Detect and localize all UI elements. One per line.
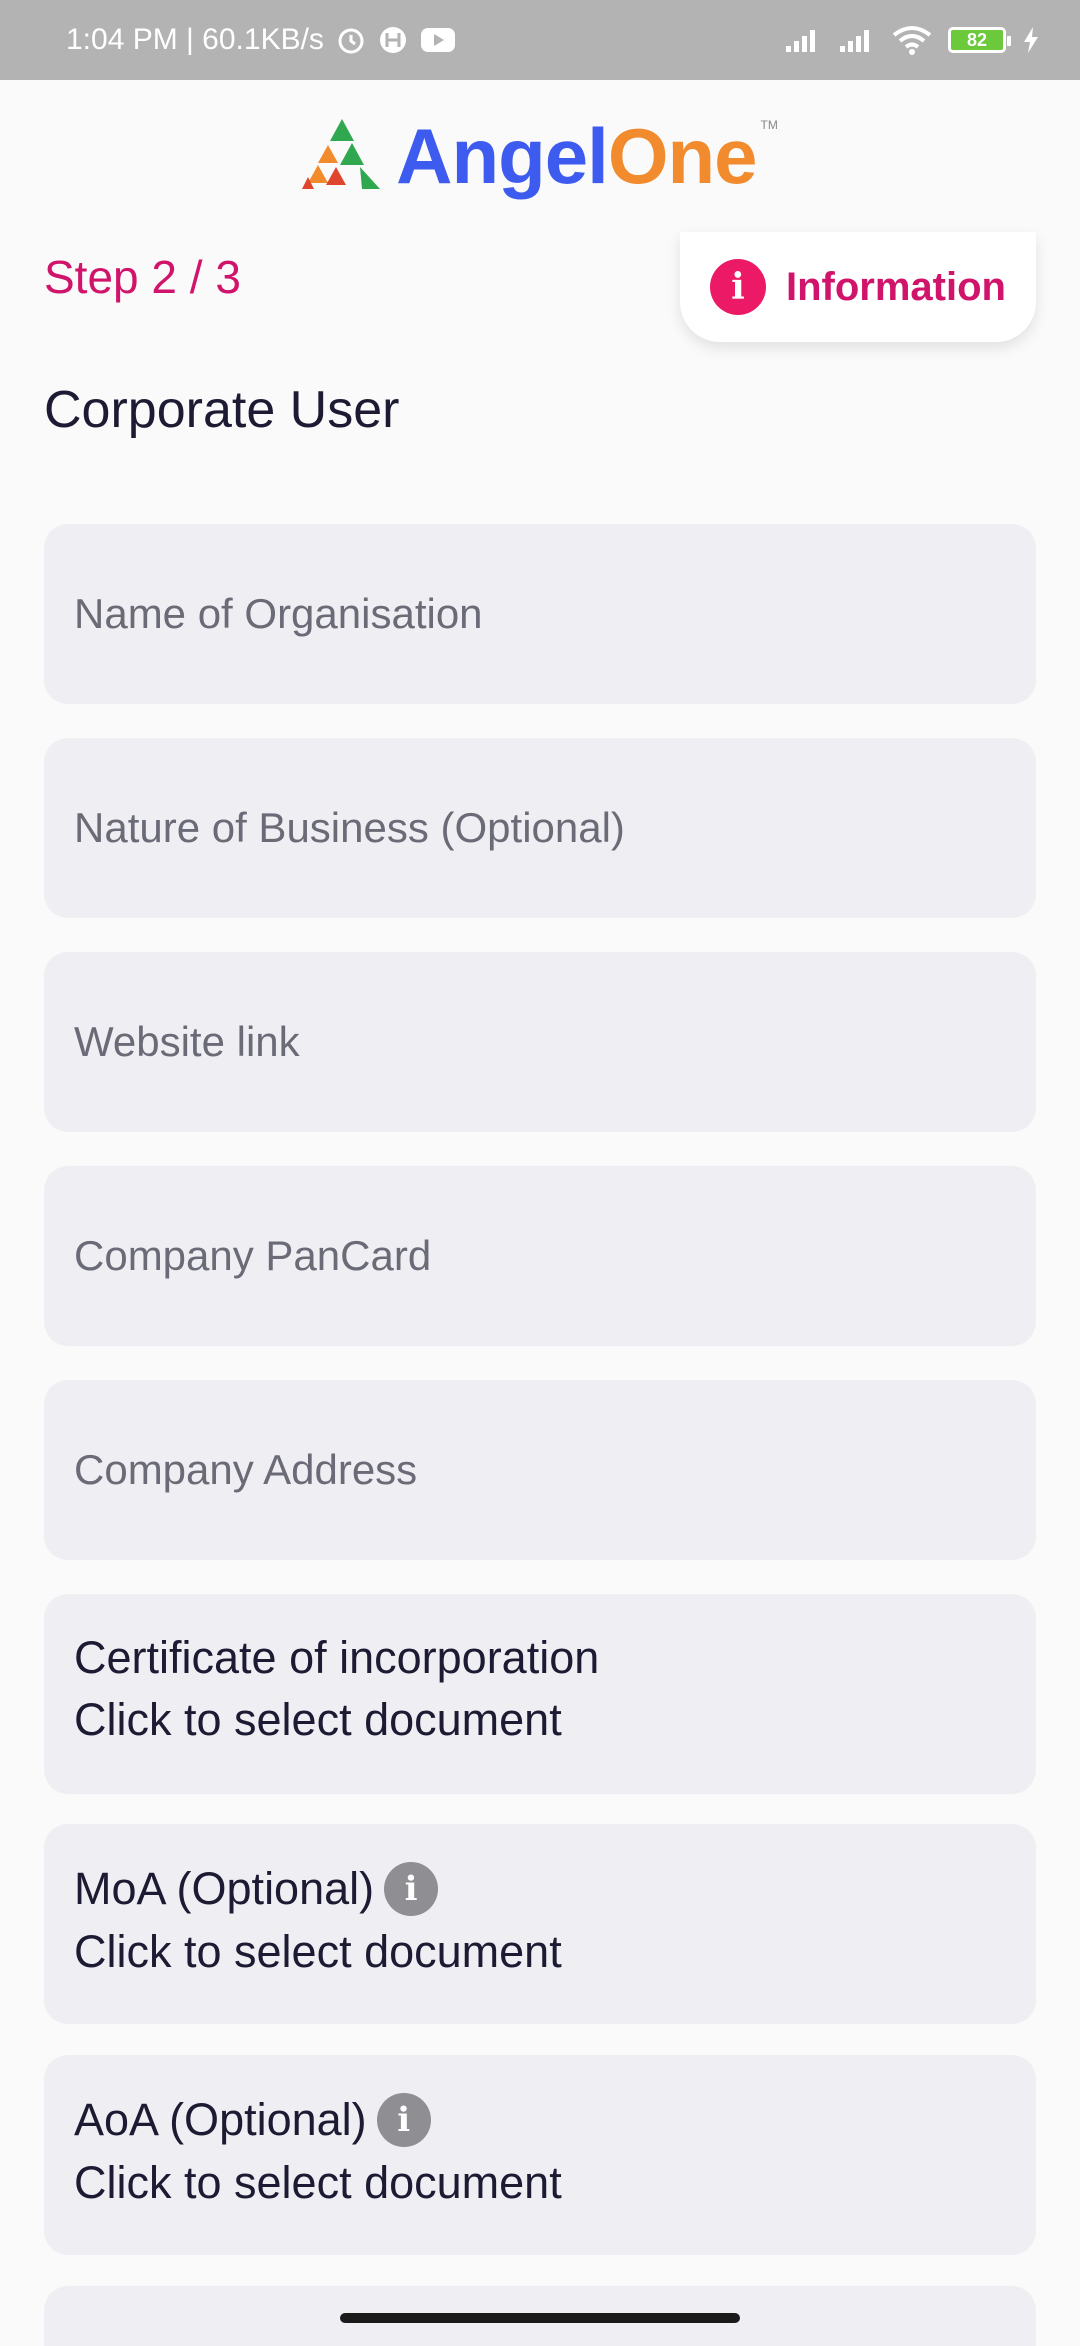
select-document-text: Click to select document <box>74 2157 562 2208</box>
document-title: AoA (Optional) i <box>74 2093 1006 2147</box>
nature-of-business-field-container <box>44 737 1036 919</box>
status-bar: 1:04 PM | 60.1KB/s 82 <box>0 0 1080 80</box>
status-left: 1:04 PM | 60.1KB/s <box>66 23 456 57</box>
company-pancard-input[interactable] <box>72 1165 1036 1347</box>
signal-2-icon <box>838 26 876 54</box>
information-button[interactable]: i Information <box>680 232 1036 342</box>
website-link-input[interactable] <box>72 951 1036 1133</box>
organisation-name-input[interactable] <box>72 523 1036 705</box>
status-right: 82 <box>784 25 1040 55</box>
company-pancard-field-container <box>44 1165 1036 1347</box>
company-address-input[interactable] <box>72 1379 1036 1561</box>
home-indicator[interactable] <box>340 2313 740 2323</box>
aoa-info-icon[interactable]: i <box>376 2093 431 2147</box>
company-address-field-container <box>44 1379 1036 1561</box>
nature-of-business-input[interactable] <box>72 737 1036 919</box>
app-notification-icon <box>378 25 408 55</box>
document-title: Certificate of incorporation <box>74 1632 1006 1684</box>
document-title: MoA (Optional) i <box>74 1862 1006 1916</box>
brand-logo: AngelOne TM <box>0 108 1080 204</box>
youtube-icon <box>420 26 456 54</box>
alarm-icon <box>336 25 366 55</box>
logo-mark-icon <box>302 117 382 196</box>
step-indicator: Step 2 / 3 <box>44 251 241 303</box>
aoa-title-text: AoA (Optional) <box>74 2094 367 2145</box>
logo-wordmark: AngelOne <box>396 111 758 202</box>
info-icon: i <box>710 259 766 315</box>
page-title: Corporate User <box>44 381 400 439</box>
charging-icon <box>1022 26 1040 54</box>
select-document-text: Click to select document <box>74 1694 562 1745</box>
moa-info-icon[interactable]: i <box>384 1862 439 1916</box>
certificate-title-text: Certificate of incorporation <box>74 1632 600 1683</box>
organisation-name-field-container <box>44 523 1036 705</box>
status-time-speed: 1:04 PM | 60.1KB/s <box>66 23 324 56</box>
logo-text-one: One <box>607 111 758 200</box>
signal-1-icon <box>784 26 822 54</box>
select-document-text: Click to select document <box>74 1926 562 1977</box>
trademark-mark: TM <box>760 118 778 132</box>
wifi-icon <box>892 25 932 55</box>
battery-icon: 82 <box>948 27 1011 53</box>
information-label: Information <box>786 264 1006 309</box>
certificate-of-incorporation-picker[interactable]: Certificate of incorporation Click to se… <box>44 1594 1036 1794</box>
aoa-document-picker[interactable]: AoA (Optional) i Click to select documen… <box>44 2055 1036 2255</box>
moa-title-text: MoA (Optional) <box>74 1863 375 1914</box>
logo-text-angel: Angel <box>396 111 609 200</box>
moa-document-picker[interactable]: MoA (Optional) i Click to select documen… <box>44 1824 1036 2024</box>
website-link-field-container <box>44 951 1036 1133</box>
